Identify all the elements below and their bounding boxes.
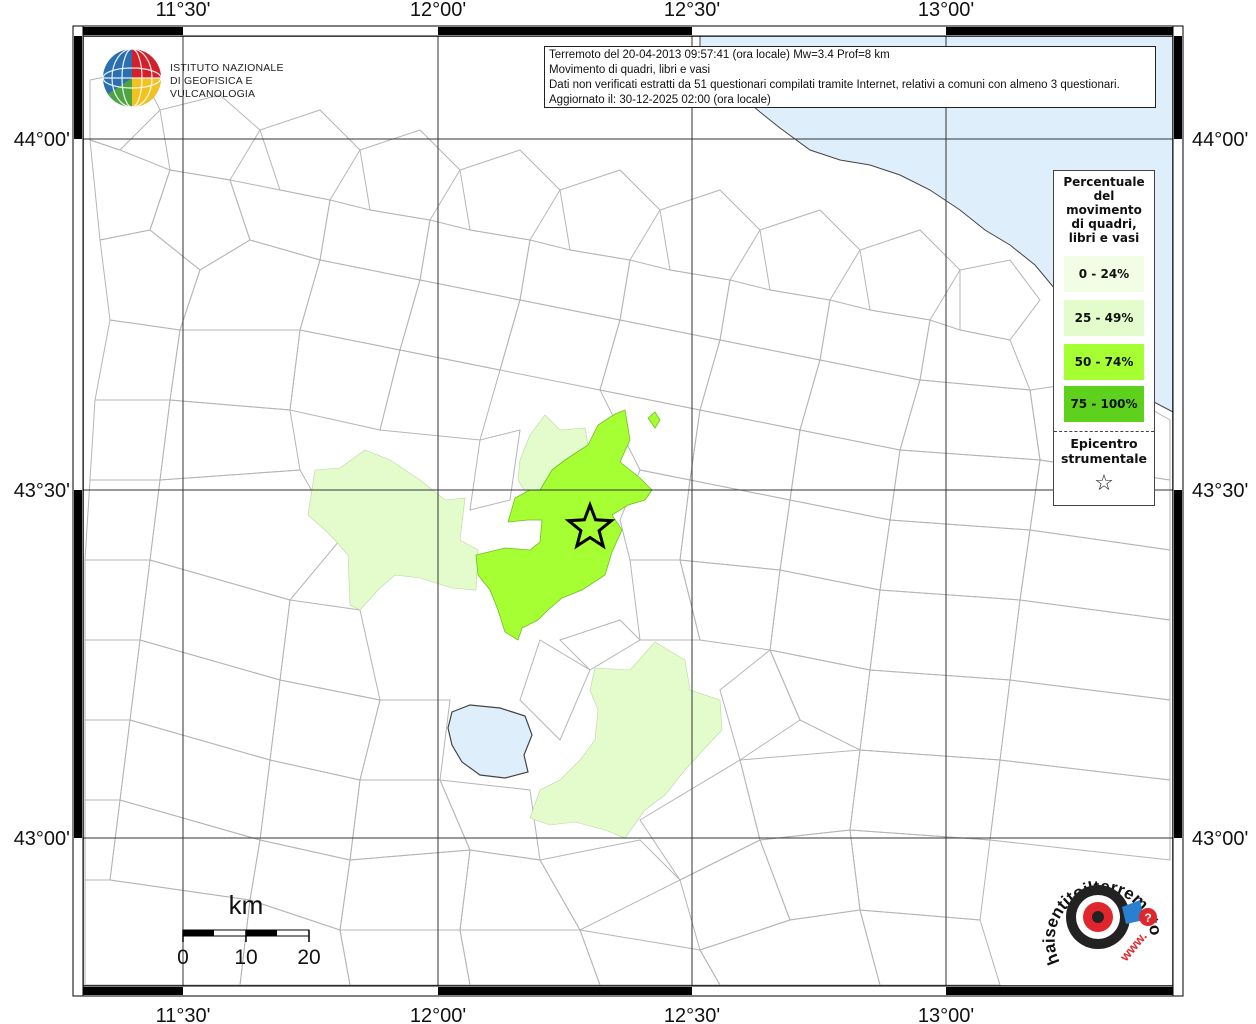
lat-tick-label: 44°00' — [1192, 129, 1248, 151]
lon-tick-label: 11°30' — [156, 0, 211, 21]
lat-tick-label: 44°00' — [14, 129, 70, 151]
event-subtitle: Movimento di quadri, libri e vasi — [549, 64, 711, 76]
scale-tick-label: 0 — [177, 946, 189, 969]
epicenter-star-icon: ☆ — [1094, 471, 1114, 496]
ingv-name-line1: ISTITUTO NAZIONALE — [170, 62, 284, 74]
legend-class-25-49: 25 - 49% — [1064, 300, 1144, 336]
globe-icon — [102, 48, 162, 108]
legend-title-line: di quadri, — [1071, 217, 1137, 231]
legend-title: Percentuale del movimento di quadri, lib… — [1054, 171, 1154, 245]
lon-tick-label: 13°00' — [918, 1005, 974, 1024]
lat-tick-label: 43°00' — [1192, 828, 1248, 850]
legend-title-line: Percentuale — [1063, 175, 1145, 189]
legend-separator — [1054, 431, 1154, 432]
ingv-name-line2: DI GEOFISICA E VULCANOLOGIA — [170, 75, 256, 100]
scale-tick-label: 10 — [234, 946, 257, 969]
haisentito-logo: haisentitoilterremoto.it ? www. — [1027, 847, 1180, 980]
lon-tick-label: 11°30' — [156, 1005, 211, 1024]
event-info-box: Terremoto del 20-04-2013 09:57:41 (ora l… — [544, 46, 1156, 108]
data-disclaimer: Dati non verificati estratti da 51 quest… — [549, 79, 1120, 91]
event-title: Terremoto del 20-04-2013 09:57:41 (ora l… — [549, 49, 890, 61]
latitude-labels-right: 44°00' 43°30' 43°00' — [1192, 129, 1248, 850]
legend-epicenter-label: Epicentro strumentale — [1054, 436, 1154, 466]
legend-class-75-100: 75 - 100% — [1064, 386, 1144, 422]
lon-tick-label: 13°00' — [918, 0, 974, 21]
legend-class-0-24: 0 - 24% — [1064, 256, 1144, 292]
lon-tick-label: 12°30' — [664, 0, 720, 21]
legend-title-line: del — [1093, 189, 1115, 203]
legend-class-50-74: 50 - 74% — [1064, 344, 1144, 380]
svg-text:?: ? — [1144, 911, 1151, 925]
legend-title-line: libri e vasi — [1068, 231, 1140, 245]
legend-title-line: movimento — [1066, 203, 1142, 217]
lat-tick-label: 43°30' — [14, 480, 70, 502]
lon-tick-label: 12°00' — [410, 1005, 466, 1024]
haisentito-logo-icon: haisentitoilterremoto.it ? www. — [1027, 847, 1165, 968]
longitude-labels-bottom: 11°30' 12°00' 12°30' 13°00' — [156, 1005, 975, 1024]
ingv-logo: ISTITUTO NAZIONALE DI GEOFISICA E VULCAN… — [100, 46, 320, 110]
scale-unit: km — [229, 890, 264, 920]
scale-tick-label: 20 — [297, 946, 320, 969]
longitude-labels-top: 11°30' 12°00' 12°30' 13°00' — [156, 0, 975, 21]
update-timestamp: Aggiornato il: 30-12-2025 02:00 (ora loc… — [549, 94, 771, 106]
legend: Percentuale del movimento di quadri, lib… — [1053, 170, 1155, 506]
latitude-labels-left: 44°00' 43°30' 43°00' — [14, 129, 70, 850]
legend-epicenter-line: strumentale — [1060, 451, 1148, 466]
lon-tick-label: 12°30' — [664, 1005, 720, 1024]
ingv-name: ISTITUTO NAZIONALE DI GEOFISICA E VULCAN… — [170, 62, 320, 101]
lat-tick-label: 43°30' — [1192, 480, 1248, 502]
lat-tick-label: 43°00' — [14, 828, 70, 850]
legend-epicenter-line: Epicentro — [1070, 436, 1138, 451]
lon-tick-label: 12°00' — [410, 0, 466, 21]
